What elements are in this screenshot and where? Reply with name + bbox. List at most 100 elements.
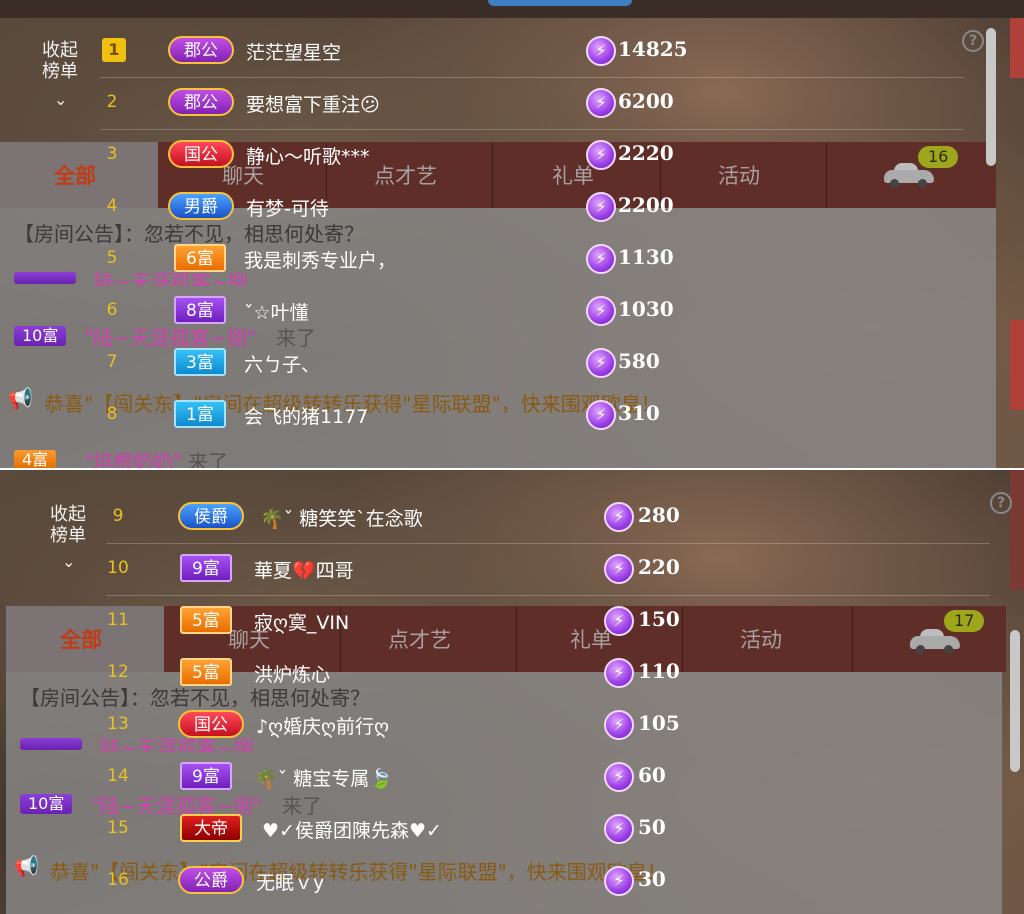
rank-row[interactable]: 4 男爵 有梦-可待 ⚡ 2200 [100, 182, 964, 234]
wealth-badge: 5富 [180, 658, 232, 686]
help-icon[interactable]: ? [962, 30, 984, 52]
emperor-badge: 大帝 [180, 814, 242, 842]
noble-badge: 公爵 [178, 866, 244, 894]
rank-number: 16 [107, 870, 129, 890]
chevron-down-icon[interactable]: ⌄ [54, 90, 67, 109]
rank-panel-top: 全部 聊天 点才艺 礼单 活动 16 【房间公告】：忽若不见，相思何处寄？ 陆~… [0, 0, 1024, 468]
user-name: 寂ღ寞_VIN [254, 612, 350, 634]
wealth-badge: 3富 [174, 348, 226, 376]
score-value: 14825 [618, 37, 688, 61]
lightning-icon: ⚡ [604, 762, 634, 792]
wealth-level-badge: 4富 [14, 450, 57, 468]
top-band [0, 0, 1024, 18]
rank-number: 8 [106, 404, 118, 424]
user-name: 🌴ˇ 糖笑笑`在念歌 [260, 508, 423, 530]
score-value: 580 [618, 349, 660, 373]
score-value: 310 [618, 401, 660, 425]
score-value: 105 [638, 711, 680, 735]
wealth-badge: 9富 [180, 554, 232, 582]
right-accent-strip [1010, 320, 1024, 410]
rank-row[interactable]: 13 国公 ♪ღ婚庆ღ前行ღ ⚡ 105 [106, 700, 990, 752]
lightning-icon: ⚡ [586, 348, 616, 378]
score-value: 2220 [618, 141, 674, 165]
lightning-icon: ⚡ [604, 710, 634, 740]
rank-number: 14 [107, 766, 129, 786]
rank-number: 12 [107, 662, 129, 682]
lightning-icon: ⚡ [604, 502, 634, 532]
rank-panel-bottom: 全部 聊天 点才艺 礼单 活动 17 【房间公告】：忽若不见，相思何处寄？ 陆~… [0, 470, 1024, 914]
wealth-level-badge: 10富 [14, 326, 67, 346]
right-accent-strip [1010, 18, 1024, 78]
rank-row[interactable]: 15 大帝 ♥✓侯爵团陳先森♥✓ ⚡ 50 [106, 804, 990, 856]
rank-number: 15 [107, 818, 129, 838]
level-badge-partial [20, 738, 82, 750]
rank-number: 7 [106, 352, 118, 372]
rank-row[interactable]: 7 3富 六ㄅ子、 ⚡ 580 [100, 338, 964, 390]
scrollbar[interactable] [986, 28, 996, 166]
chat-scrollbar[interactable] [1010, 630, 1020, 772]
right-accent-strip [1010, 470, 1024, 590]
rank-number: 4 [106, 196, 118, 216]
help-icon[interactable]: ? [990, 492, 1012, 514]
rank-row[interactable]: 10 9富 華夏💔四哥 ⚡ 220 [106, 544, 990, 596]
wealth-badge: 6富 [174, 244, 226, 272]
user-name: ♪ღ婚庆ღ前行ღ [256, 716, 389, 738]
rank-number: 9 [112, 506, 124, 526]
score-value: 30 [638, 867, 666, 891]
user-name: 茫茫望星空 [246, 42, 342, 64]
chevron-down-icon[interactable]: ⌄ [62, 552, 75, 571]
rank-row[interactable]: 14 9富 🌴ˇ 糖宝专属🍃 ⚡ 60 [106, 752, 990, 804]
rank-row[interactable]: 8 1富 会飞的猪1177 ⚡ 310 [100, 390, 964, 442]
collapse-rank-button[interactable]: 收起 榜单 [46, 504, 90, 546]
rank-number: 1 [102, 38, 126, 62]
collapse-rank-button[interactable]: 收起 榜单 [38, 40, 82, 82]
rank-row[interactable]: 6 8富 ˇ☆叶懂 ⚡ 1030 [100, 286, 964, 338]
score-value: 110 [638, 659, 680, 683]
rank-number: 5 [106, 248, 118, 268]
rank-row[interactable]: 5 6富 我是刺秀专业户， ⚡ 1130 [100, 234, 964, 286]
rank-row[interactable]: 12 5富 洪炉炼心 ⚡ 110 [106, 648, 990, 700]
score-value: 6200 [618, 89, 674, 113]
lightning-icon: ⚡ [586, 192, 616, 222]
join-suffix: 来了 [188, 450, 228, 468]
user-name: 🌴ˇ 糖宝专属🍃 [254, 768, 393, 790]
user-name: 要想富下重注😕 [246, 94, 380, 116]
rank-row[interactable]: 16 公爵 无眠ｖy ⚡ 30 [106, 856, 990, 908]
user-name: 静心～听歌*** [246, 146, 370, 168]
join-user-name[interactable]: "培根奶奶" [84, 446, 182, 468]
lightning-icon: ⚡ [586, 244, 616, 274]
level-badge-partial [14, 272, 76, 284]
lightning-icon: ⚡ [586, 296, 616, 326]
lightning-icon: ⚡ [604, 606, 634, 636]
noble-badge: 国公 [178, 710, 244, 738]
wealth-badge: 9富 [180, 762, 232, 790]
score-value: 50 [638, 815, 666, 839]
noble-badge: 男爵 [168, 192, 234, 220]
lightning-icon: ⚡ [586, 400, 616, 430]
user-name: 我是刺秀专业户， [244, 250, 397, 272]
rank-number: 6 [106, 300, 118, 320]
wealth-badge: 5富 [180, 606, 232, 634]
user-name: 会飞的猪1177 [244, 406, 369, 428]
user-name: ♥✓侯爵团陳先森♥✓ [262, 820, 442, 842]
rank-number: 11 [107, 610, 129, 630]
rank-row[interactable]: 1 郡公 茫茫望星空 ⚡ 14825 [100, 26, 964, 78]
noble-badge: 侯爵 [178, 502, 244, 530]
rank-row[interactable]: 3 国公 静心～听歌*** ⚡ 2220 [100, 130, 964, 182]
lightning-icon: ⚡ [586, 88, 616, 118]
lightning-icon: ⚡ [604, 554, 634, 584]
score-value: 150 [638, 607, 680, 631]
wealth-level-badge: 10富 [20, 794, 73, 814]
rank-row[interactable]: 2 郡公 要想富下重注😕 ⚡ 6200 [100, 78, 964, 130]
lightning-icon: ⚡ [604, 866, 634, 896]
user-name: 有梦-可待 [246, 198, 329, 220]
wealth-badge: 1富 [174, 400, 226, 428]
rank-number: 10 [107, 558, 129, 578]
user-name: 華夏💔四哥 [254, 560, 354, 582]
noble-badge: 国公 [168, 140, 234, 168]
top-tab-indicator [488, 0, 632, 6]
rank-row[interactable]: 11 5富 寂ღ寞_VIN ⚡ 150 [106, 596, 990, 648]
score-value: 60 [638, 763, 666, 787]
rank-row[interactable]: 9 侯爵 🌴ˇ 糖笑笑`在念歌 ⚡ 280 [106, 492, 990, 544]
user-name: 洪炉炼心 [254, 664, 331, 686]
